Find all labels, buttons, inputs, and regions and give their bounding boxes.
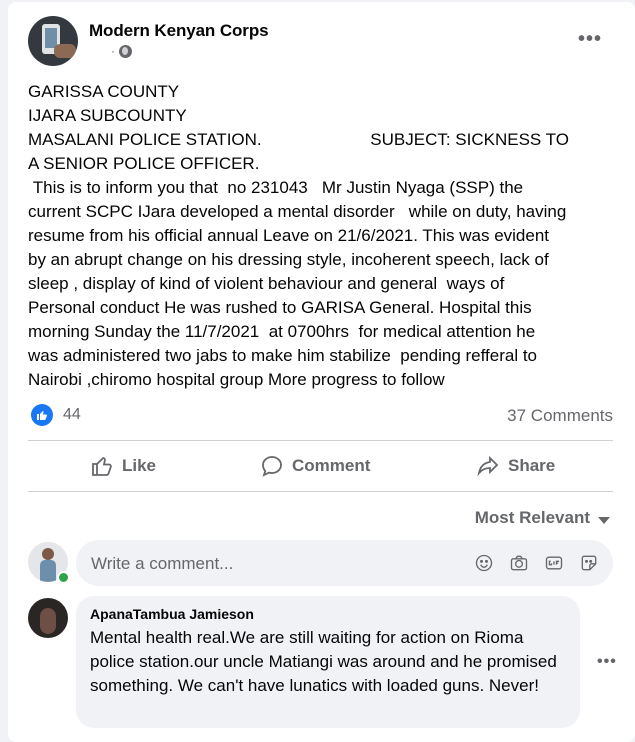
globe-icon[interactable] — [119, 44, 132, 58]
post-text: GARISSA COUNTY IJARA SUBCOUNTY MASALANI … — [28, 82, 569, 389]
reactions-summary[interactable]: 44 — [31, 404, 81, 426]
like-button-label: Like — [122, 456, 157, 475]
like-count: 44 — [63, 406, 81, 423]
comment-input-placeholder: Write a comment... — [91, 554, 234, 573]
comment-button[interactable]: Comment — [260, 454, 370, 478]
page-avatar[interactable] — [28, 16, 78, 66]
share-icon — [477, 455, 499, 477]
caret-down-icon — [598, 516, 610, 524]
sticker-icon[interactable] — [579, 553, 599, 573]
divider — [28, 491, 613, 492]
divider — [28, 440, 613, 441]
emoji-icon[interactable] — [474, 553, 494, 573]
comment-sort-dropdown[interactable]: Most Relevant — [475, 508, 610, 528]
share-button-label: Share — [508, 456, 556, 475]
commenter-avatar[interactable] — [28, 598, 68, 638]
post-meta: · — [111, 44, 132, 58]
comment-text: Mental health real.We are still waiting … — [90, 628, 557, 695]
page-name[interactable]: Modern Kenyan Corps — [89, 21, 269, 41]
comment-button-label: Comment — [292, 456, 371, 475]
like-reaction-icon — [31, 404, 53, 426]
like-button[interactable]: Like — [90, 454, 156, 478]
comments-count-link[interactable]: 37 Comments — [507, 406, 613, 426]
gif-icon[interactable] — [544, 553, 564, 573]
thumbs-up-icon — [92, 457, 112, 476]
sort-label: Most Relevant — [474, 508, 590, 527]
comment-more-icon[interactable]: ••• — [597, 653, 617, 671]
avatar-body — [40, 560, 56, 582]
comment-author[interactable]: ApanaTambua Jamieson — [90, 606, 254, 622]
more-options-icon[interactable]: ••• — [578, 28, 602, 51]
online-status-dot — [57, 571, 70, 584]
comment-input[interactable]: Write a comment... — [76, 540, 613, 586]
avatar-image-hand — [54, 44, 76, 58]
comment-bubble: ApanaTambua Jamieson Mental health real.… — [76, 596, 580, 728]
post-card: Modern Kenyan Corps · ••• GARISSA COUNTY… — [8, 2, 635, 742]
meta-separator: · — [111, 44, 115, 58]
share-button[interactable]: Share — [476, 454, 555, 478]
comment-icon — [262, 456, 282, 477]
avatar-head — [42, 548, 54, 560]
camera-icon[interactable] — [509, 553, 529, 573]
